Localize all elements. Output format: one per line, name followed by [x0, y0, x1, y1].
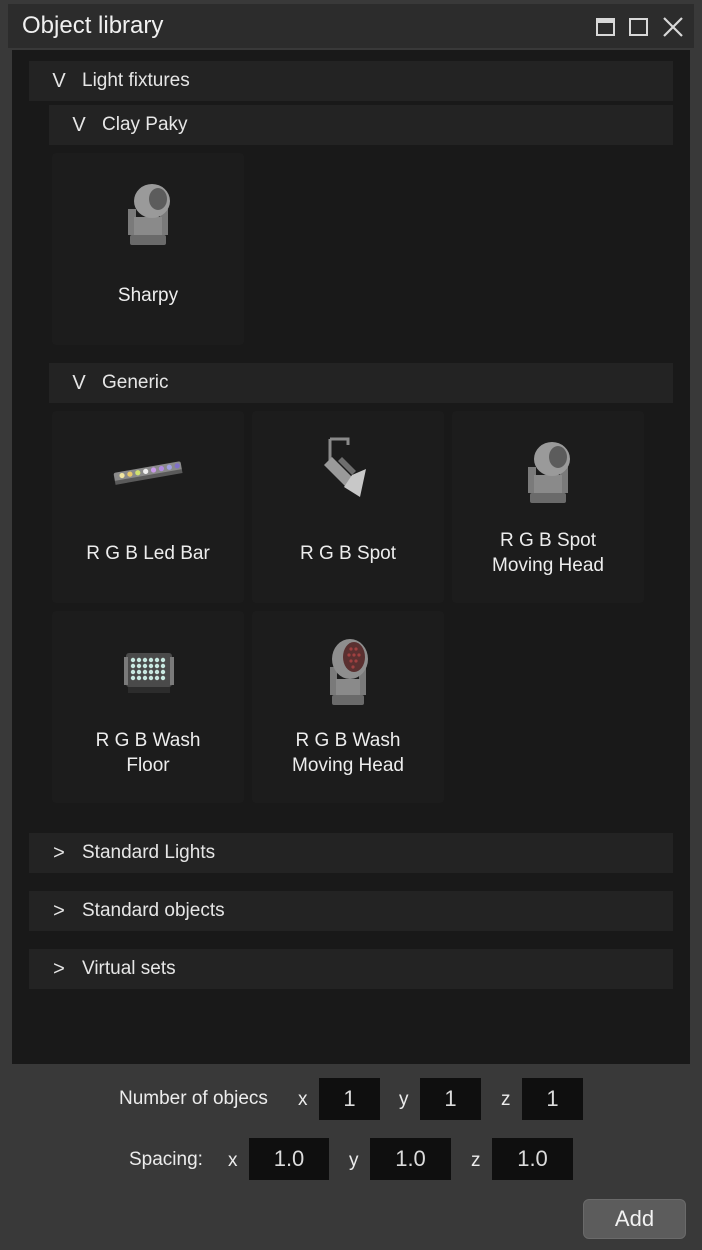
moving-head-icon: [528, 442, 570, 503]
object-tile-sharpy[interactable]: Sharpy: [52, 153, 244, 345]
axis-y-label: y: [349, 1150, 359, 1171]
section-label: Standard objects: [82, 900, 225, 921]
library-panel: V Light fixtures V Clay Paky Sharpy V Ge…: [12, 50, 690, 1064]
count-y-input[interactable]: [420, 1078, 481, 1120]
object-tile-rgb-spot-moving-head[interactable]: R G B Spot Moving Head: [452, 411, 644, 603]
object-label: R G B Wash Moving Head: [292, 730, 404, 776]
axis-y-label: y: [399, 1089, 409, 1110]
spacing-y-input[interactable]: [370, 1138, 451, 1180]
axis-z-label: z: [501, 1089, 511, 1110]
maximize-icon[interactable]: [627, 15, 651, 39]
object-label: Sharpy: [117, 284, 179, 306]
close-icon[interactable]: [661, 15, 685, 39]
spacing-z-input[interactable]: [492, 1138, 573, 1180]
led-bar-icon: [113, 461, 183, 485]
group-label: Generic: [102, 372, 169, 393]
object-label: R G B Spot Moving Head: [492, 530, 604, 576]
wash-floor-icon: [124, 653, 174, 693]
number-of-objects-label: Number of objecs: [119, 1088, 268, 1109]
add-button[interactable]: Add: [583, 1199, 686, 1239]
wash-moving-head-icon: [330, 639, 368, 705]
chevron-right-icon: >: [53, 842, 65, 864]
chevron-down-icon: V: [72, 372, 86, 394]
window-title: Object library: [22, 12, 164, 39]
chevron-right-icon: >: [53, 958, 65, 980]
object-label: R G B Spot: [299, 542, 397, 564]
chevron-down-icon: V: [72, 114, 86, 136]
object-tile-rgb-wash-moving-head[interactable]: R G B Wash Moving Head: [252, 611, 444, 803]
count-z-input[interactable]: [522, 1078, 583, 1120]
group-label: Clay Paky: [102, 114, 188, 135]
section-standard-lights[interactable]: > Standard Lights: [29, 833, 673, 873]
section-virtual-sets[interactable]: > Virtual sets: [29, 949, 673, 989]
chevron-down-icon: V: [52, 70, 66, 92]
axis-z-label: z: [471, 1150, 481, 1171]
footer-panel: Number of objecs x y z Spacing: x y z Ad…: [0, 1064, 702, 1250]
object-tile-rgb-spot[interactable]: R G B Spot: [252, 411, 444, 603]
chevron-right-icon: >: [53, 900, 65, 922]
axis-x-label: x: [228, 1150, 238, 1171]
section-light-fixtures[interactable]: V Light fixtures: [29, 61, 673, 101]
group-clay-paky[interactable]: V Clay Paky: [49, 105, 673, 145]
moving-head-icon: [128, 184, 170, 245]
spacing-x-input[interactable]: [249, 1138, 329, 1180]
minimize-icon[interactable]: [594, 15, 618, 39]
axis-x-label: x: [298, 1089, 308, 1110]
title-bar[interactable]: Object library: [8, 4, 694, 48]
spacing-label: Spacing:: [129, 1149, 203, 1170]
count-x-input[interactable]: [319, 1078, 380, 1120]
group-generic[interactable]: V Generic: [49, 363, 673, 403]
object-tile-rgb-wash-floor[interactable]: R G B Wash Floor: [52, 611, 244, 803]
object-label: R G B Led Bar: [86, 542, 210, 564]
section-label: Standard Lights: [82, 842, 216, 863]
section-standard-objects[interactable]: > Standard objects: [29, 891, 673, 931]
section-label: Virtual sets: [82, 958, 176, 979]
object-library-window: Object library V Light fixtures V Clay P…: [0, 0, 702, 1250]
object-tile-rgb-led-bar[interactable]: R G B Led Bar: [52, 411, 244, 603]
section-label: Light fixtures: [82, 70, 190, 91]
spot-light-icon: [324, 437, 366, 497]
object-label: R G B Wash Floor: [95, 730, 201, 776]
